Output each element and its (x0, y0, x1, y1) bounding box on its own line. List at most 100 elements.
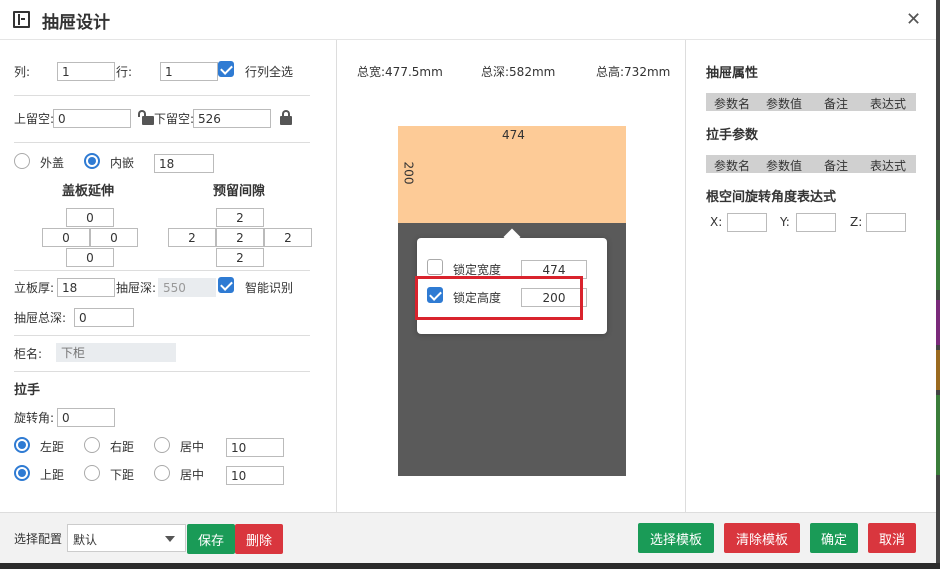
config-select[interactable]: 默认 (67, 524, 186, 552)
outer-cover-label: 外盖 (40, 156, 65, 170)
z-label: Z: (850, 215, 863, 229)
col-param-value: 参数值 (766, 159, 803, 173)
select-template-button[interactable]: 选择模板 (638, 523, 714, 553)
drawer-design-dialog: 抽屉设计 ✕ 列: 行: 行列全选 上留空: 下留空: 外盖 内嵌 盖板延伸 预… (0, 0, 936, 563)
gap-left-input[interactable] (168, 228, 216, 247)
h-distance-input[interactable] (226, 438, 284, 457)
drawer-depth-label: 抽屉深: (116, 281, 157, 295)
col-label: 列: (14, 65, 31, 79)
left-distance-label: 左距 (40, 440, 65, 454)
v-center-radio[interactable] (154, 465, 170, 481)
y-label: Y: (780, 215, 790, 229)
select-config-label: 选择配置 (14, 532, 63, 546)
background-stripe (936, 350, 940, 390)
smart-detect-checkbox[interactable] (218, 277, 234, 293)
smart-detect-label: 智能识别 (245, 281, 294, 295)
rotate-label: 旋转角: (14, 411, 55, 425)
dialog-footer: 选择配置 默认 保存 删除 选择模板 清除模板 确定 取消 (0, 512, 936, 563)
drawer-depth-input (158, 278, 216, 297)
drawer-front-panel[interactable]: 474 200 (398, 126, 626, 223)
inner-inset-label: 内嵌 (110, 156, 135, 170)
cabinet-name-input (56, 343, 176, 362)
board-thickness-label: 立板厚: (14, 281, 55, 295)
divider (14, 95, 310, 96)
cover-ext-right-input[interactable] (90, 228, 138, 247)
x-label: X: (710, 215, 723, 229)
config-select-value: 默认 (73, 533, 98, 547)
chevron-down-icon (165, 536, 175, 542)
title-bar: 抽屉设计 ✕ (0, 0, 936, 40)
divider (14, 142, 310, 143)
outer-cover-radio[interactable] (14, 153, 30, 169)
col-note: 备注 (824, 97, 849, 111)
confirm-button[interactable]: 确定 (810, 523, 858, 553)
background-stripe (936, 395, 940, 475)
clear-template-button[interactable]: 清除模板 (724, 523, 800, 553)
window-icon (13, 11, 30, 28)
rotation-z-input[interactable] (866, 213, 906, 232)
dialog-title: 抽屉设计 (42, 13, 110, 33)
rotate-input[interactable] (57, 408, 115, 427)
bottom-margin-input[interactable] (193, 109, 271, 128)
background-window-edge (936, 0, 940, 563)
height-dimension: 200 (401, 161, 416, 185)
lock-icon[interactable] (280, 110, 292, 125)
top-distance-radio[interactable] (14, 465, 30, 481)
lock-width-checkbox[interactable] (427, 259, 443, 275)
background-stripe (936, 300, 940, 345)
cancel-button[interactable]: 取消 (868, 523, 916, 553)
v-distance-input[interactable] (226, 466, 284, 485)
bottom-margin-label: 下留空: (154, 112, 195, 126)
right-distance-radio[interactable] (84, 437, 100, 453)
bottom-distance-label: 下距 (110, 468, 135, 482)
unlock-icon[interactable] (138, 110, 154, 125)
col-input[interactable] (57, 62, 115, 81)
col-expression: 表达式 (870, 159, 907, 173)
row-input[interactable] (160, 62, 218, 81)
drawer-props-title: 抽屉属性 (706, 66, 759, 81)
total-height-text: 总高:732mm (596, 65, 671, 79)
cover-ext-left-input[interactable] (42, 228, 90, 247)
top-distance-label: 上距 (40, 468, 65, 482)
delete-button[interactable]: 删除 (235, 524, 283, 554)
gap-right-input[interactable] (264, 228, 312, 247)
gap-top-input[interactable] (216, 208, 264, 227)
divider (14, 335, 310, 336)
total-depth-text: 总深:582mm (481, 65, 556, 79)
h-center-label: 居中 (180, 440, 205, 454)
reserved-gap-title: 预留间隙 (213, 184, 266, 199)
col-param-name: 参数名 (714, 97, 751, 111)
properties-panel: 抽屉属性 参数名 参数值 备注 表达式 拉手参数 参数名 参数值 备注 表达式 … (686, 40, 936, 512)
handle-params-table-header: 参数名 参数值 备注 表达式 (706, 155, 916, 173)
col-param-value: 参数值 (766, 97, 803, 111)
select-all-checkbox[interactable] (218, 61, 234, 77)
close-icon[interactable]: ✕ (906, 9, 921, 30)
gap-center-input[interactable] (216, 228, 264, 247)
col-note: 备注 (824, 159, 849, 173)
top-margin-label: 上留空: (14, 112, 55, 126)
right-distance-label: 右距 (110, 440, 135, 454)
highlight-box (415, 276, 583, 320)
top-margin-input[interactable] (53, 109, 131, 128)
inner-inset-radio[interactable] (84, 153, 100, 169)
rotation-y-input[interactable] (796, 213, 836, 232)
rotation-expr-title: 根空间旋转角度表达式 (706, 190, 837, 205)
rotation-x-input[interactable] (727, 213, 767, 232)
total-depth-input[interactable] (74, 308, 134, 327)
cover-ext-top-input[interactable] (66, 208, 114, 227)
handle-title: 拉手 (14, 383, 41, 398)
divider (14, 270, 310, 271)
left-distance-radio[interactable] (14, 437, 30, 453)
bottom-distance-radio[interactable] (84, 465, 100, 481)
drawer-props-table-header: 参数名 参数值 备注 表达式 (706, 93, 916, 111)
handle-params-title: 拉手参数 (706, 128, 759, 143)
board-thickness-input[interactable] (57, 278, 115, 297)
inner-inset-input[interactable] (154, 154, 214, 173)
h-center-radio[interactable] (154, 437, 170, 453)
save-button[interactable]: 保存 (187, 524, 235, 554)
select-all-label: 行列全选 (245, 65, 294, 79)
cover-extension-title: 盖板延伸 (62, 184, 115, 199)
cover-ext-bottom-input[interactable] (66, 248, 114, 267)
gap-bottom-input[interactable] (216, 248, 264, 267)
width-dimension: 474 (502, 128, 525, 142)
